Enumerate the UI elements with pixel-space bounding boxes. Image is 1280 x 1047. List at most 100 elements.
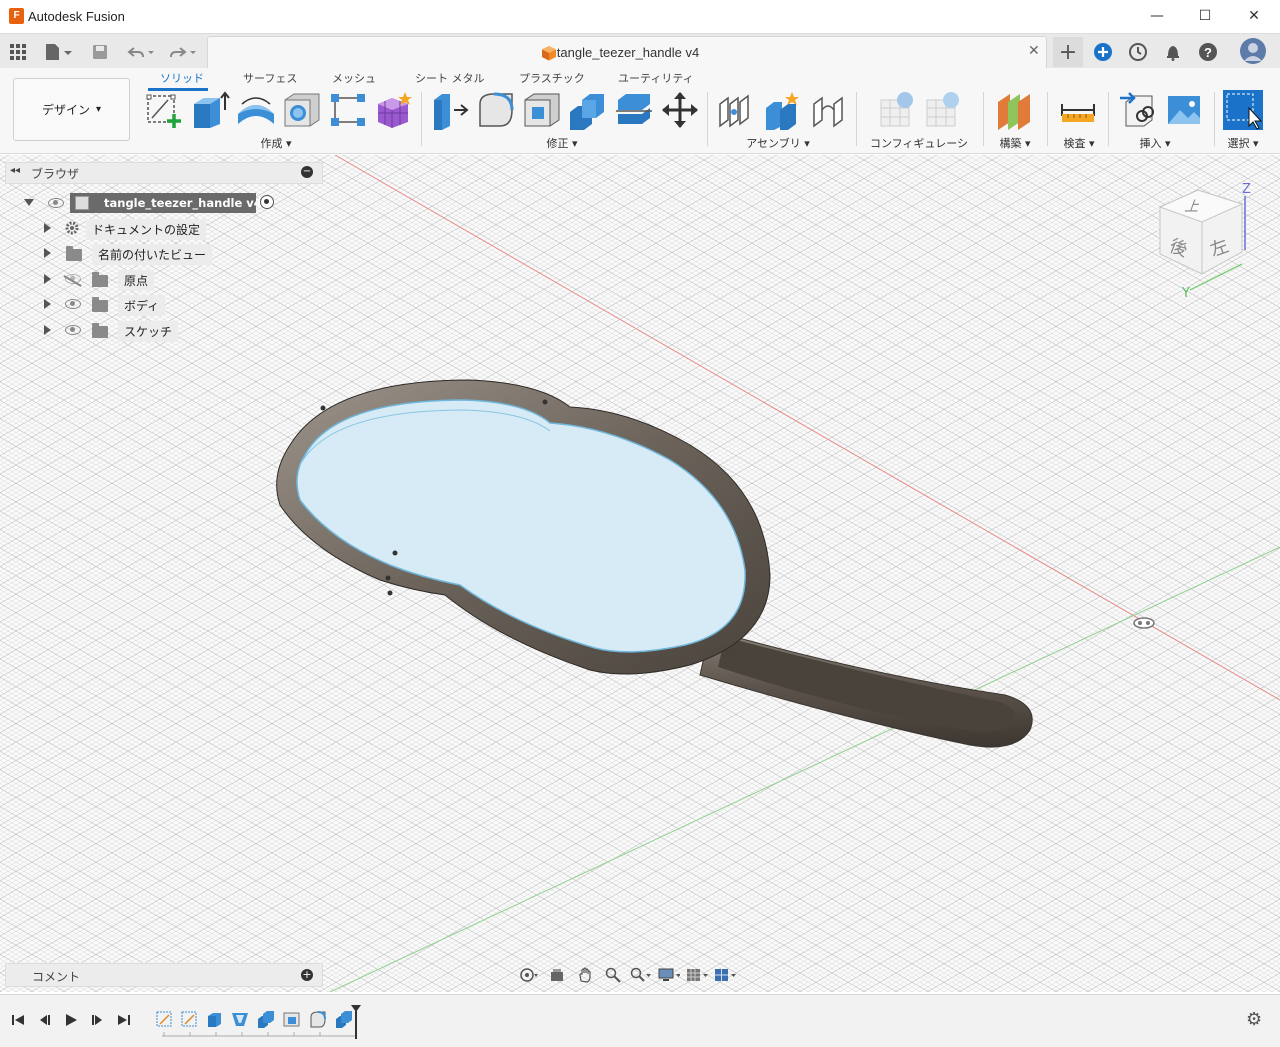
expand-triangle-icon[interactable]: [44, 299, 51, 309]
shell-icon[interactable]: [522, 90, 562, 130]
activate-radio-icon[interactable]: [260, 195, 274, 209]
help-icon[interactable]: ?: [1196, 40, 1220, 64]
insert-canvas-icon[interactable]: [1164, 90, 1204, 130]
model-hairbrush-body[interactable]: [270, 375, 1050, 760]
timeline-sketch-icon[interactable]: [181, 1010, 199, 1028]
axis-z-label: Z: [1242, 182, 1251, 197]
hole-icon[interactable]: [282, 90, 322, 130]
select-icon[interactable]: [1223, 90, 1263, 130]
visibility-eye-icon[interactable]: [48, 198, 64, 208]
extrude-icon[interactable]: [190, 90, 230, 130]
browser-collapse-icon[interactable]: ◂◂: [10, 165, 20, 176]
add-comment-icon[interactable]: +: [301, 969, 313, 981]
expand-triangle-icon[interactable]: [44, 274, 51, 284]
browser-minimize-icon[interactable]: −: [301, 166, 313, 178]
user-avatar[interactable]: [1240, 38, 1266, 64]
apps-grid-icon[interactable]: [6, 40, 30, 64]
gear-icon: [65, 221, 79, 235]
browser-item-bodies[interactable]: ボディ: [20, 294, 320, 318]
comments-panel[interactable]: コメント +: [5, 963, 323, 987]
group-inspect-label[interactable]: 検査 ▾: [1054, 135, 1104, 151]
combine-icon[interactable]: [568, 90, 608, 130]
look-at-icon[interactable]: [546, 965, 568, 985]
timeline-combine-icon[interactable]: [257, 1010, 275, 1028]
browser-item-origin[interactable]: 原点: [20, 269, 320, 293]
split-body-icon[interactable]: [614, 90, 654, 130]
fit-zoom-icon[interactable]: [630, 965, 652, 985]
job-status-icon[interactable]: [1126, 40, 1150, 64]
visibility-eye-icon[interactable]: [65, 299, 81, 309]
measure-icon[interactable]: [1058, 90, 1098, 130]
offset-plane-icon[interactable]: [994, 90, 1034, 130]
extensions-icon[interactable]: [1091, 40, 1115, 64]
create-sketch-icon[interactable]: [144, 90, 184, 130]
notifications-bell-icon[interactable]: [1161, 40, 1185, 64]
fillet-icon[interactable]: [476, 90, 516, 130]
timeline-marker[interactable]: [350, 1004, 362, 1040]
browser-item-document-settings[interactable]: ドキュメントの設定: [20, 218, 320, 242]
group-insert-label[interactable]: 挿入 ▾: [1130, 135, 1180, 151]
new-tab-button[interactable]: +: [1053, 37, 1083, 67]
maximize-button[interactable]: ☐: [1182, 0, 1228, 32]
close-tab-icon[interactable]: ✕: [1028, 43, 1040, 59]
tab-mesh[interactable]: メッシュ: [332, 70, 376, 86]
pattern-icon[interactable]: [328, 90, 368, 130]
timeline-last-button[interactable]: [114, 1010, 134, 1030]
timeline-play-button[interactable]: [61, 1010, 81, 1030]
group-select-label[interactable]: 選択 ▾: [1220, 135, 1266, 151]
close-window-button[interactable]: ✕: [1231, 0, 1277, 32]
document-tab[interactable]: tangle_teezer_handle v4 ✕: [207, 36, 1047, 68]
timeline-next-button[interactable]: [87, 1010, 107, 1030]
file-menu-icon[interactable]: [42, 40, 76, 64]
browser-root-row[interactable]: tangle_teezer_handle v4: [20, 192, 320, 216]
orbit-icon[interactable]: [518, 965, 540, 985]
zoom-icon[interactable]: [602, 965, 624, 985]
new-component-icon[interactable]: [762, 90, 802, 130]
tab-plastic[interactable]: プラスチック: [519, 70, 585, 86]
group-modify-label[interactable]: 修正 ▾: [522, 135, 602, 151]
insert-derive-icon[interactable]: [1118, 90, 1158, 130]
timeline-settings-gear-icon[interactable]: ⚙: [1246, 1009, 1262, 1030]
timeline-prev-button[interactable]: [35, 1010, 55, 1030]
browser-item-sketches[interactable]: スケッチ: [20, 320, 320, 344]
configure-table-icon[interactable]: [878, 90, 918, 130]
motion-link-icon[interactable]: [808, 90, 848, 130]
pan-hand-icon[interactable]: [574, 965, 596, 985]
revolve-icon[interactable]: [236, 90, 276, 130]
collapse-triangle-icon[interactable]: [24, 199, 34, 206]
expand-triangle-icon[interactable]: [44, 325, 51, 335]
timeline-extrude-icon[interactable]: [206, 1010, 224, 1028]
ribbon-divider: [856, 92, 857, 146]
save-icon[interactable]: [88, 40, 112, 64]
expand-triangle-icon[interactable]: [44, 223, 51, 233]
visibility-eye-icon[interactable]: [65, 325, 81, 335]
press-pull-icon[interactable]: [430, 90, 470, 130]
workspace-switcher-button[interactable]: デザイン ▾: [13, 78, 130, 141]
configure-rules-icon[interactable]: [924, 90, 964, 130]
browser-item-named-views[interactable]: 名前の付いたビュー: [20, 243, 320, 267]
viewports-icon[interactable]: [714, 965, 736, 985]
timeline-shell-icon[interactable]: [231, 1010, 249, 1028]
group-create-label[interactable]: 作成 ▾: [236, 135, 316, 151]
timeline-shell-body-icon[interactable]: [283, 1010, 301, 1028]
undo-icon[interactable]: [124, 40, 158, 64]
tab-sheet-metal[interactable]: シート メタル: [415, 70, 485, 86]
move-copy-icon[interactable]: [660, 90, 700, 130]
joint-icon[interactable]: [716, 90, 756, 130]
create-form-icon[interactable]: [374, 90, 414, 130]
minimize-button[interactable]: —: [1134, 0, 1180, 32]
timeline-sketch-icon[interactable]: [156, 1010, 174, 1028]
tab-utilities[interactable]: ユーティリティ: [618, 70, 694, 86]
tab-surface[interactable]: サーフェス: [243, 70, 297, 86]
timeline-fillet-icon[interactable]: [309, 1010, 327, 1028]
redo-icon[interactable]: [166, 40, 200, 64]
grid-snap-icon[interactable]: [686, 965, 708, 985]
display-settings-icon[interactable]: [658, 965, 680, 985]
group-assembly-label[interactable]: アセンブリ ▾: [740, 135, 816, 151]
tab-solid[interactable]: ソリッド: [160, 70, 204, 86]
viewcube[interactable]: [1150, 182, 1260, 302]
origin-marker-icon[interactable]: [1132, 616, 1156, 630]
group-construct-label[interactable]: 構築 ▾: [990, 135, 1040, 151]
timeline-first-button[interactable]: [8, 1010, 28, 1030]
expand-triangle-icon[interactable]: [44, 248, 51, 258]
